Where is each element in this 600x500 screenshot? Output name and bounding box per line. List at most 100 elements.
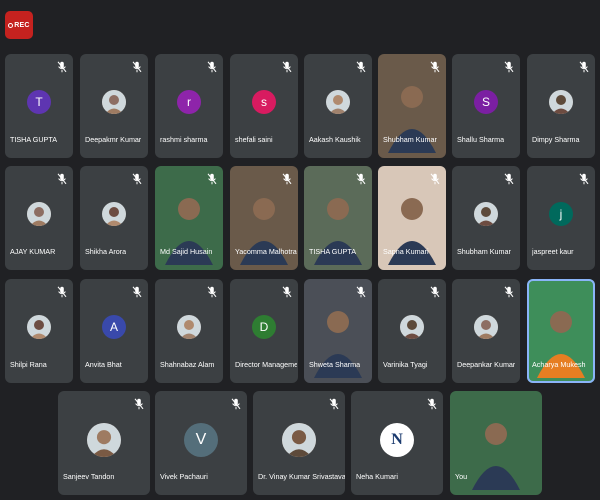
avatar-photo [549,90,573,114]
participant-tile[interactable]: S Shallu Sharma [452,54,520,158]
participant-name: You [455,472,468,481]
self-video [466,410,526,495]
mic-off-icon [280,60,294,74]
avatar: r [177,90,201,114]
mic-off-icon [205,172,219,186]
participant-tile[interactable]: Acharya Mukesh [527,279,595,383]
participant-name: Shallu Sharma [457,135,505,144]
participant-name: Neha Kumari [356,472,398,481]
participant-tile[interactable]: Shikha Arora [80,166,148,270]
participant-name: TISHA GUPTA [309,247,356,256]
participant-name: Acharya Mukesh [532,360,586,369]
mic-off-icon [502,60,516,74]
participant-tile[interactable]: Sanjeev Tandon [58,391,150,495]
participant-name: Sapna Kumari [383,247,429,256]
participant-name: TISHA GUPTA [10,135,57,144]
participant-name: jaspreet kaur [532,247,574,256]
video-feed [159,185,219,270]
participant-name: Shahnabaz Alam [160,360,215,369]
participant-tile[interactable]: j jaspreet kaur [527,166,595,270]
mic-off-icon [354,60,368,74]
avatar: S [474,90,498,114]
participant-name: rashmi sharma [160,135,208,144]
participant-name: shefali saini [235,135,273,144]
participant-tile[interactable]: Shahnabaz Alam [155,279,223,383]
mic-off-icon [354,172,368,186]
video-feed [308,298,368,383]
mic-off-icon [354,285,368,299]
avatar-photo [474,315,498,339]
participant-tile[interactable]: T TISHA GUPTA [5,54,73,158]
participant-name: Dimpy Sharma [532,135,580,144]
mic-off-icon [502,285,516,299]
mic-off-icon [130,172,144,186]
participant-name: Anvita Bhat [85,360,122,369]
mic-off-icon [132,397,146,411]
participant-tile[interactable]: Shubham Kumar [452,166,520,270]
participant-name: Aakash Kaushik [309,135,361,144]
mic-off-icon [229,397,243,411]
participant-tile[interactable]: You [450,391,542,495]
mic-off-icon [205,60,219,74]
video-feed [531,298,591,383]
recording-label: REC [14,21,30,29]
avatar: T [27,90,51,114]
participant-name: Deepakmr Kumar [85,135,142,144]
participant-tile[interactable]: Yacomma Malhotra [230,166,298,270]
participant-tile[interactable]: D Director Managemen... [230,279,298,383]
avatar-photo [400,315,424,339]
avatar-logo: N [380,423,414,457]
mic-off-icon [428,172,442,186]
mic-off-icon [280,285,294,299]
participant-tile[interactable]: Md Sajid Husain [155,166,223,270]
mic-off-icon [577,60,591,74]
mic-off-icon [502,172,516,186]
participant-tile[interactable]: Shubham Kumar [378,54,446,158]
video-feed [382,185,442,270]
participant-tile[interactable]: r rashmi sharma [155,54,223,158]
participant-tile[interactable]: s shefali saini [230,54,298,158]
mic-off-icon [280,172,294,186]
participant-tile[interactable]: V Vivek Pachauri [155,391,247,495]
participant-tile[interactable]: Shweta Sharma [304,279,372,383]
participant-name: Shweta Sharma [309,360,361,369]
mic-off-icon [577,172,591,186]
participant-tile[interactable]: Varinika Tyagi [378,279,446,383]
participant-tile[interactable]: TISHA GUPTA [304,166,372,270]
participant-tile[interactable]: A Anvita Bhat [80,279,148,383]
avatar-photo [326,90,350,114]
mic-off-icon [55,60,69,74]
record-icon [8,22,14,28]
participant-tile[interactable]: Dr. Vinay Kumar Srivastava [253,391,345,495]
participant-name: Varinika Tyagi [383,360,428,369]
participant-tile[interactable]: Sapna Kumari [378,166,446,270]
participant-name: Vivek Pachauri [160,472,208,481]
video-feed [308,185,368,270]
avatar-photo [282,423,316,457]
participant-name: Sanjeev Tandon [63,472,115,481]
mic-off-icon [425,397,439,411]
participant-name: Shubham Kumar [383,135,437,144]
participant-tile[interactable]: Deepankar Kumar [452,279,520,383]
participant-name: Director Managemen... [235,360,297,369]
avatar-photo [87,423,121,457]
participant-tile[interactable]: AJAY KUMAR [5,166,73,270]
participant-tile[interactable]: Dimpy Sharma [527,54,595,158]
video-feed [234,185,294,270]
mic-off-icon [428,60,442,74]
participant-tile[interactable]: Deepakmr Kumar [80,54,148,158]
participant-name: Deepankar Kumar [457,360,516,369]
avatar: j [549,202,573,226]
participant-name: Yacomma Malhotra [235,247,297,256]
participant-tile[interactable]: Shilpi Rana [5,279,73,383]
avatar-photo [27,202,51,226]
participant-tile[interactable]: Aakash Kaushik [304,54,372,158]
participant-tile[interactable]: N Neha Kumari [351,391,443,495]
recording-indicator: REC [5,11,33,39]
avatar-photo [27,315,51,339]
avatar-photo [102,90,126,114]
participant-name: Shubham Kumar [457,247,511,256]
mic-off-icon [130,60,144,74]
mic-off-icon [55,285,69,299]
participant-name: AJAY KUMAR [10,247,56,256]
